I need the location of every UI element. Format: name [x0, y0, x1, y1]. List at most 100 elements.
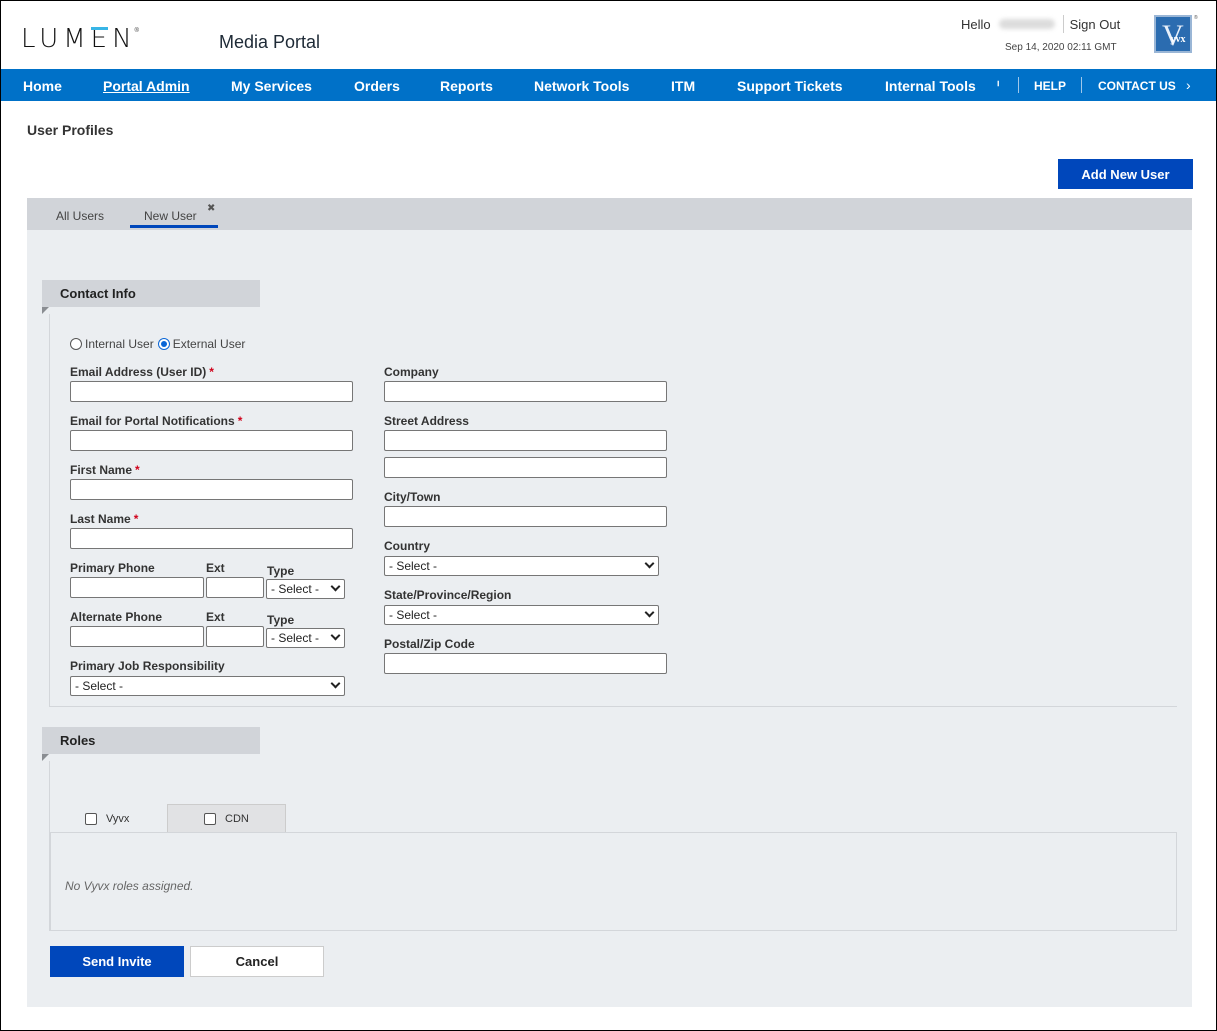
radio-external-user[interactable] [157, 338, 170, 350]
roles-tab-cdn[interactable]: CDN [167, 804, 286, 833]
user-type-radio-group: Internal User External User [70, 337, 245, 351]
close-tab-icon[interactable]: ✖ [207, 203, 215, 214]
alternate-type-label: Type [267, 613, 295, 627]
page-title: User Profiles [27, 122, 114, 138]
header: LUMEN ® Media Portal Hello Sign Out Sep … [1, 1, 1216, 68]
nav-support-tickets[interactable]: Support Tickets [737, 78, 843, 94]
company-input[interactable] [384, 381, 667, 402]
tab-all-users[interactable]: All Users [56, 209, 104, 223]
primary-ext-label: Ext [206, 561, 225, 575]
primary-phone-input[interactable] [70, 577, 204, 598]
send-invite-button[interactable]: Send Invite [50, 946, 184, 977]
nav-internal-tools[interactable]: Internal Tools [885, 78, 976, 94]
section-notch [42, 754, 49, 761]
required-marker: * [237, 414, 243, 428]
user-greeting: Hello Sign Out [961, 15, 1120, 33]
city-label: City/Town [384, 490, 441, 504]
state-select[interactable]: - Select - [384, 605, 659, 625]
email-label: Email Address (User ID) * [70, 365, 214, 379]
alternate-ext-input[interactable] [206, 626, 264, 647]
vyvx-logo: V yvx [1154, 15, 1192, 53]
email-label-text: Email Address (User ID) [70, 365, 207, 379]
registered-mark: ® [1194, 15, 1198, 21]
roles-tab-vyvx[interactable]: Vyvx [50, 804, 167, 833]
chevron-right-icon[interactable]: › [1186, 77, 1191, 93]
section-notch [42, 307, 49, 314]
radio-external-user-label: External User [172, 337, 246, 351]
postal-code-input[interactable] [384, 653, 667, 674]
registered-mark: ® [134, 28, 139, 34]
sign-out-link[interactable]: Sign Out [1070, 17, 1121, 32]
notify-email-input[interactable] [70, 430, 353, 451]
chevron-down-icon [330, 630, 341, 641]
select-value: - Select - [271, 582, 320, 596]
primary-phone-type-select[interactable]: - Select - [266, 579, 345, 599]
nav-help[interactable]: HELP [1034, 79, 1066, 93]
postal-code-label: Postal/Zip Code [384, 637, 475, 651]
nav-home[interactable]: Home [23, 78, 62, 94]
nav-itm[interactable]: ITM [671, 78, 695, 94]
cdn-checkbox[interactable] [204, 813, 216, 825]
chevron-down-icon [644, 558, 655, 569]
tab-new-user[interactable]: New User [144, 209, 197, 223]
chevron-down-icon [330, 678, 341, 689]
add-new-user-button[interactable]: Add New User [1058, 159, 1193, 189]
alternate-phone-input[interactable] [70, 626, 204, 647]
required-marker: * [133, 512, 139, 526]
active-tab-indicator [130, 225, 218, 228]
first-name-input[interactable] [70, 479, 353, 500]
last-name-label: Last Name * [70, 512, 138, 526]
lumen-wordmark: LUMEN [21, 24, 137, 54]
job-responsibility-select[interactable]: - Select - [70, 676, 345, 696]
primary-phone-label: Primary Phone [70, 561, 155, 575]
select-value: - Select - [271, 631, 320, 645]
city-input[interactable] [384, 506, 667, 527]
user-tabs: All Users New User ✖ [27, 198, 1192, 230]
company-label: Company [384, 365, 439, 379]
primary-ext-input[interactable] [206, 577, 264, 598]
current-datetime: Sep 14, 2020 02:11 GMT [1005, 42, 1117, 53]
alternate-phone-label: Alternate Phone [70, 610, 163, 624]
user-name-redacted [998, 19, 1055, 29]
nav-network-tools[interactable]: Network Tools [534, 78, 629, 94]
select-value: - Select - [75, 679, 124, 693]
alternate-phone-type-select[interactable]: - Select - [266, 628, 345, 648]
required-marker: * [209, 365, 214, 379]
nav-portal-admin[interactable]: Portal Admin [103, 78, 190, 94]
nav-orders[interactable]: Orders [354, 78, 400, 94]
nav-reports[interactable]: Reports [440, 78, 493, 94]
roles-panel: No Vyvx roles assigned. [50, 832, 1177, 931]
chevron-down-icon [330, 581, 341, 592]
radio-internal-user-label: Internal User [85, 337, 154, 351]
lumen-logo[interactable]: LUMEN ® [21, 25, 139, 53]
roles-heading: Roles [42, 727, 260, 754]
vyvx-tab-label: Vyvx [106, 812, 130, 825]
hello-label: Hello [961, 16, 991, 32]
chevron-down-icon [644, 607, 655, 618]
nav-my-services[interactable]: My Services [231, 78, 312, 94]
vyvx-logo-text: yvx [1170, 34, 1186, 45]
nav-contact-us[interactable]: CONTACT US [1098, 79, 1176, 93]
select-value: - Select - [389, 559, 438, 573]
contact-info-heading: Contact Info [42, 280, 260, 307]
first-name-label-text: First Name [70, 463, 133, 477]
street-address-line1-input[interactable] [384, 430, 667, 451]
main-nav: Home Portal Admin My Services Orders Rep… [1, 69, 1216, 101]
last-name-label-text: Last Name [70, 512, 131, 526]
nav-overflow-icon[interactable]: ᑊ [997, 79, 999, 93]
last-name-input[interactable] [70, 528, 353, 549]
cancel-button[interactable]: Cancel [190, 946, 324, 977]
first-name-label: First Name * [70, 463, 140, 477]
nav-divider [1018, 77, 1019, 93]
country-label: Country [384, 539, 430, 553]
required-marker: * [135, 463, 140, 477]
country-select[interactable]: - Select - [384, 556, 659, 576]
radio-internal-user[interactable] [70, 338, 82, 350]
street-address-label: Street Address [384, 414, 469, 428]
street-address-line2-input[interactable] [384, 457, 667, 478]
vyvx-checkbox[interactable] [85, 812, 97, 825]
divider [1062, 15, 1064, 33]
alternate-ext-label: Ext [206, 610, 225, 624]
job-responsibility-label: Primary Job Responsibility [70, 659, 225, 673]
email-input[interactable] [70, 381, 353, 402]
